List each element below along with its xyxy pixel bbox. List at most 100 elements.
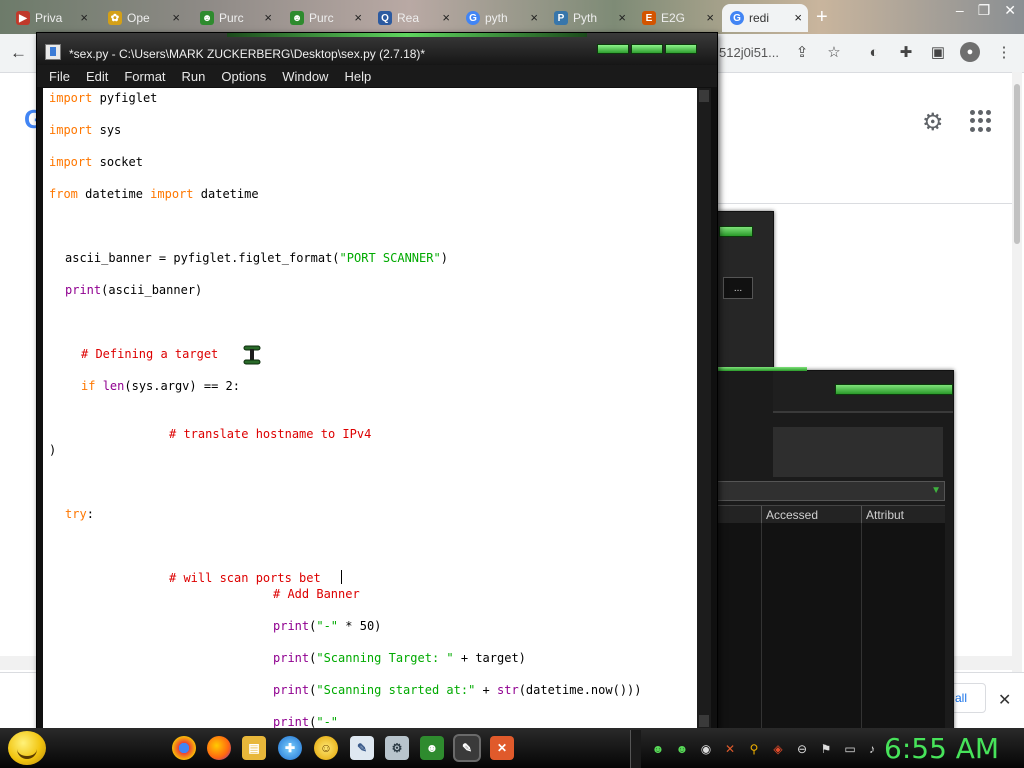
gear-icon[interactable]: ⚙	[922, 108, 944, 137]
code-line: from datetime import datetime	[49, 187, 259, 201]
tab-label: Purc	[219, 11, 244, 25]
scroll-up-arrow[interactable]	[699, 90, 709, 102]
alien-tray-icon[interactable]: ☻	[650, 741, 666, 757]
openai-icon: ✿	[108, 11, 122, 25]
close-icon[interactable]: ×	[354, 10, 362, 25]
minimize-icon[interactable]: –	[956, 2, 964, 19]
emoji-app-icon[interactable]: ☺	[314, 736, 338, 760]
close-download-bar-icon[interactable]: ✕	[998, 690, 1011, 710]
close-icon[interactable]: ×	[80, 10, 88, 25]
firefox-icon[interactable]	[207, 736, 231, 760]
code-line: if len(sys.argv) == 2:	[81, 379, 240, 393]
window-control-bar[interactable]	[719, 226, 753, 237]
network-globe-icon[interactable]: ✚	[278, 736, 302, 760]
side-panel-icon[interactable]: ▣	[928, 42, 948, 62]
path-dropdown[interactable]: ▼	[717, 481, 945, 501]
extensions-puzzle-icon[interactable]: ✚	[896, 42, 916, 62]
search-icon[interactable]: ⚲	[746, 741, 762, 757]
new-tab-button[interactable]: +	[816, 6, 828, 29]
code-editor[interactable]: import pyfiglet import sys import socket…	[43, 88, 697, 729]
avatar[interactable]: ●	[960, 42, 980, 62]
window-title: *sex.py - C:\Users\MARK ZUCKERBERG\Deskt…	[69, 47, 426, 61]
close-button[interactable]	[665, 44, 697, 54]
menu-window[interactable]: Window	[282, 69, 328, 84]
video-icon: ▶	[16, 11, 30, 25]
browser-tab-5[interactable]: Q Rea ×	[370, 4, 456, 32]
network-tray-icon[interactable]: ▭	[842, 741, 858, 757]
no-entry-tray-icon[interactable]: ⊖	[794, 741, 810, 757]
xampp-tray-icon[interactable]: ✕	[722, 741, 738, 757]
editor-scrollbar[interactable]	[697, 88, 711, 729]
tab-label: pyth	[485, 11, 508, 25]
maximize-icon[interactable]: ❐	[978, 2, 991, 19]
code-line: # Add Banner	[273, 587, 360, 601]
window-controls	[597, 44, 697, 54]
menu-help[interactable]: Help	[344, 69, 371, 84]
close-icon[interactable]: ×	[706, 10, 714, 25]
address-bar-text[interactable]: 512j0i51...	[719, 45, 779, 60]
xampp-icon[interactable]: ✕	[490, 736, 514, 760]
close-icon[interactable]: ×	[618, 10, 626, 25]
start-button-smiley-icon[interactable]	[8, 731, 46, 765]
menu-file[interactable]: File	[49, 69, 70, 84]
window-control-bar[interactable]	[835, 384, 953, 395]
file-list[interactable]	[717, 523, 945, 728]
browser-tab-7[interactable]: P Pyth ×	[546, 4, 632, 32]
code-line: print("Scanning Target: " + target)	[273, 651, 526, 665]
idle-title-bar[interactable]: *sex.py - C:\Users\MARK ZUCKERBERG\Deskt…	[37, 33, 717, 65]
share-icon[interactable]: ⇪	[792, 42, 812, 62]
shield-tray-icon[interactable]: ◈	[770, 741, 786, 757]
close-icon[interactable]: ×	[264, 10, 272, 25]
close-icon[interactable]: ×	[530, 10, 538, 25]
dropdown-arrow-icon[interactable]: ▼	[931, 485, 941, 496]
menu-options[interactable]: Options	[221, 69, 266, 84]
close-icon[interactable]: ✕	[1004, 2, 1016, 19]
menu-format[interactable]: Format	[124, 69, 165, 84]
menu-run[interactable]: Run	[182, 69, 206, 84]
tool-app-icon[interactable]: ⚙	[385, 736, 409, 760]
column-headers: Accessed Attribut	[717, 505, 945, 525]
tab-label: Rea	[397, 11, 420, 25]
chrome-icon[interactable]	[172, 736, 196, 760]
browser-tab-2[interactable]: ✿ Ope ×	[100, 4, 186, 32]
menu-edit[interactable]: Edit	[86, 69, 108, 84]
close-icon[interactable]: ×	[172, 10, 180, 25]
idle-taskbar-icon[interactable]: ✎	[455, 736, 479, 760]
column-header-attributes[interactable]: Attribut	[861, 506, 945, 524]
close-icon[interactable]: ×	[794, 10, 802, 25]
column-header-blank[interactable]	[717, 506, 761, 524]
alien-tray-icon[interactable]: ☻	[674, 741, 690, 757]
minimize-button[interactable]	[597, 44, 629, 54]
tab-label: Purc	[309, 11, 334, 25]
apps-grid-icon[interactable]	[970, 110, 992, 132]
browser-tab-3[interactable]: ☻ Purc ×	[192, 4, 278, 32]
browser-tab-1[interactable]: ▶ Priva ×	[8, 4, 94, 32]
page-scrollbar[interactable]	[1012, 72, 1022, 672]
python-file-icon	[45, 44, 61, 60]
browser-tab-strip: ▶ Priva × ✿ Ope × ☻ Purc × ☻ Purc × Q Re…	[0, 0, 1024, 34]
kebab-menu-icon[interactable]: ⋮	[994, 42, 1014, 62]
alien-app-icon[interactable]: ☻	[420, 736, 444, 760]
taskbar-clock[interactable]: 6:55 AM	[884, 732, 999, 765]
menu-bar: File Edit Format Run Options Window Help	[37, 65, 717, 87]
browser-tab-6[interactable]: G pyth ×	[458, 4, 544, 32]
file-list-window: ▼ Accessed Attribut	[716, 367, 954, 734]
file-explorer-icon[interactable]: ▤	[242, 736, 266, 760]
browser-tab-active[interactable]: G redi ×	[722, 4, 808, 32]
scroll-down-arrow[interactable]	[699, 715, 709, 727]
disc-tray-icon[interactable]: ◉	[698, 741, 714, 757]
volume-icon[interactable]: ♪	[864, 741, 880, 757]
column-header-accessed[interactable]: Accessed	[761, 506, 861, 524]
flag-tray-icon[interactable]: ⚑	[818, 741, 834, 757]
code-line: ascii_banner = pyfiglet.figlet_format("P…	[65, 251, 448, 265]
browser-tab-8[interactable]: E E2G ×	[634, 4, 720, 32]
profile-flag-icon[interactable]: ◐	[864, 42, 884, 62]
notepad-icon[interactable]: ✎	[350, 736, 374, 760]
browse-button[interactable]: ...	[723, 277, 753, 299]
bookmark-star-icon[interactable]: ☆	[824, 42, 844, 62]
maximize-button[interactable]	[631, 44, 663, 54]
back-arrow-icon[interactable]: ←	[10, 43, 27, 63]
code-line: import socket	[49, 155, 143, 169]
browser-tab-4[interactable]: ☻ Purc ×	[282, 4, 368, 32]
close-icon[interactable]: ×	[442, 10, 450, 25]
